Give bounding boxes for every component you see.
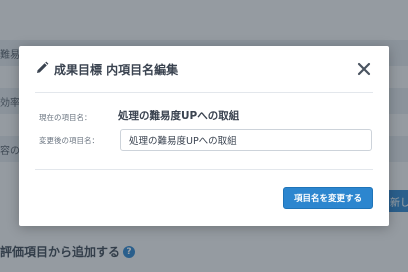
current-name-label: 現在の項目名： <box>39 113 92 122</box>
close-icon[interactable] <box>356 61 372 77</box>
divider <box>35 169 373 170</box>
modal-header: 成果目標 内項目名編集 <box>19 46 389 92</box>
modal-title: 成果目標 内項目名編集 <box>54 63 179 77</box>
new-name-label: 変更後の項目名： <box>39 136 99 145</box>
change-name-button[interactable]: 項目名を変更する <box>283 187 373 209</box>
divider <box>35 92 373 93</box>
edit-item-name-dialog: 成果目標 内項目名編集 現在の項目名： 処理の難易度UPへの取組 変更後の項目名… <box>19 46 389 226</box>
current-name-value: 処理の難易度UPへの取組 <box>118 110 240 122</box>
new-name-input[interactable] <box>120 129 372 151</box>
pencil-icon <box>37 61 49 73</box>
